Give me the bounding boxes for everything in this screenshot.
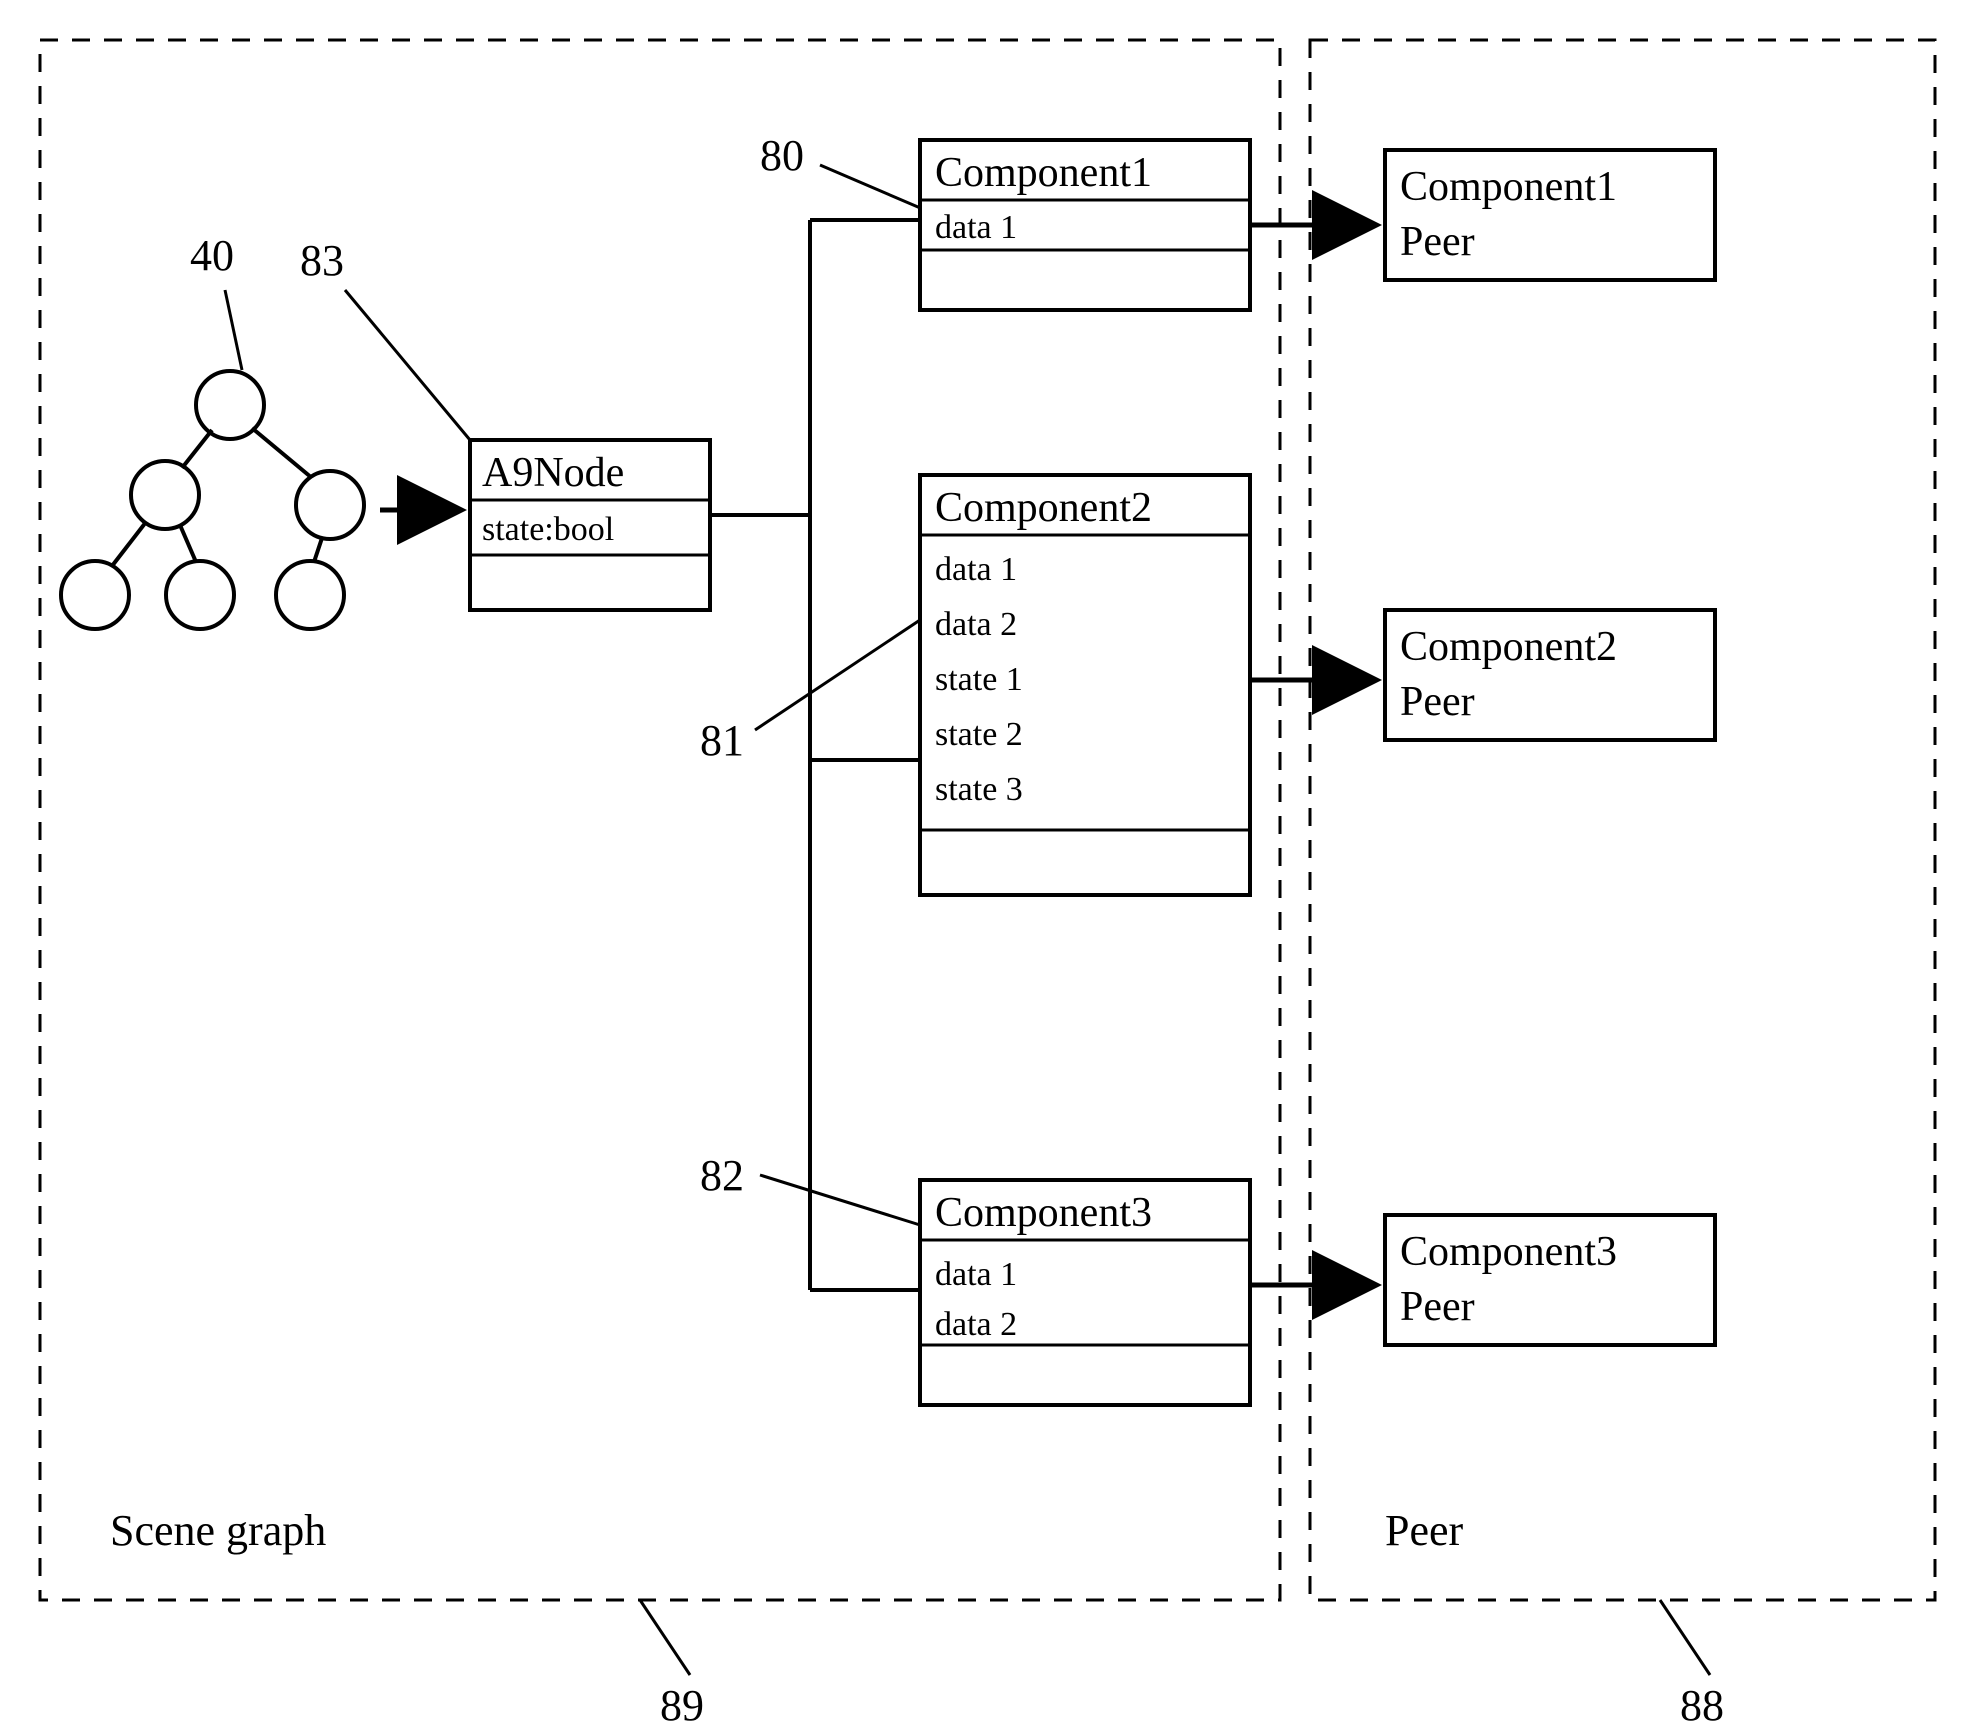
component2-peer-box: Component2 Peer [1385, 610, 1715, 740]
component3-title: Component3 [935, 1190, 1152, 1236]
component3-peer-line-0: Component3 [1400, 1229, 1617, 1275]
ref-82-leader [760, 1175, 920, 1225]
a9node-box: A9Node state:bool [470, 440, 710, 610]
ref-82: 82 [700, 1151, 744, 1200]
ref-89-leader [640, 1600, 690, 1675]
component2-item-4: state 3 [935, 771, 1023, 808]
component2-box: Component2 data 1 data 2 state 1 state 2… [920, 475, 1250, 895]
a9node-field: state:bool [482, 511, 614, 548]
ref-88-leader [1660, 1600, 1710, 1675]
component1-item-0: data 1 [935, 209, 1017, 246]
ref-81-leader [755, 620, 920, 730]
component2-peer-line-1: Peer [1400, 679, 1475, 725]
component2-item-0: data 1 [935, 551, 1017, 588]
ref-81: 81 [700, 716, 744, 765]
ref-40-leader [225, 290, 242, 370]
component2-title: Component2 [935, 485, 1152, 531]
component3-peer-box: Component3 Peer [1385, 1215, 1715, 1345]
component1-box: Component1 data 1 [920, 140, 1250, 310]
component3-item-0: data 1 [935, 1256, 1017, 1293]
component1-peer-box: Component1 Peer [1385, 150, 1715, 280]
ref-40: 40 [190, 231, 234, 280]
component2-peer-line-0: Component2 [1400, 624, 1617, 670]
component3-box: Component3 data 1 data 2 [920, 1180, 1250, 1405]
ref-80: 80 [760, 131, 804, 180]
ref-88: 88 [1680, 1681, 1724, 1730]
ref-83: 83 [300, 236, 344, 285]
component1-peer-line-0: Component1 [1400, 164, 1617, 210]
component2-item-2: state 1 [935, 661, 1023, 698]
ref-80-leader [820, 165, 925, 210]
a9node-title: A9Node [482, 450, 624, 496]
scene-tree-icon [61, 371, 364, 629]
component2-item-3: state 2 [935, 716, 1023, 753]
component1-peer-line-1: Peer [1400, 219, 1475, 265]
scene-graph-label: Scene graph [110, 1506, 326, 1555]
component1-title: Component1 [935, 150, 1152, 196]
component3-item-1: data 2 [935, 1306, 1017, 1343]
component3-peer-line-1: Peer [1400, 1284, 1475, 1330]
ref-89: 89 [660, 1681, 704, 1730]
component2-item-1: data 2 [935, 606, 1017, 643]
diagram-canvas: A9Node state:bool 40 83 80 81 82 Compone… [0, 0, 1978, 1730]
peer-label: Peer [1385, 1506, 1464, 1555]
ref-83-leader [345, 290, 470, 440]
